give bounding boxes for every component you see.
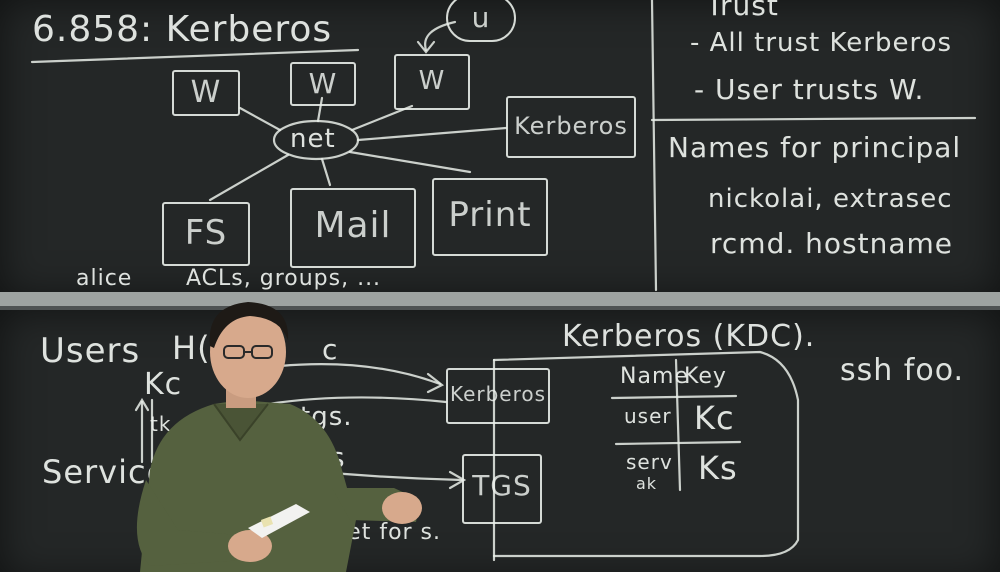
- lecturer: [136, 302, 422, 572]
- lecturer-hand-right: [382, 492, 422, 524]
- lecture-scene: 6.858: Kerberos W W W u net Kerberos FS …: [0, 0, 1000, 572]
